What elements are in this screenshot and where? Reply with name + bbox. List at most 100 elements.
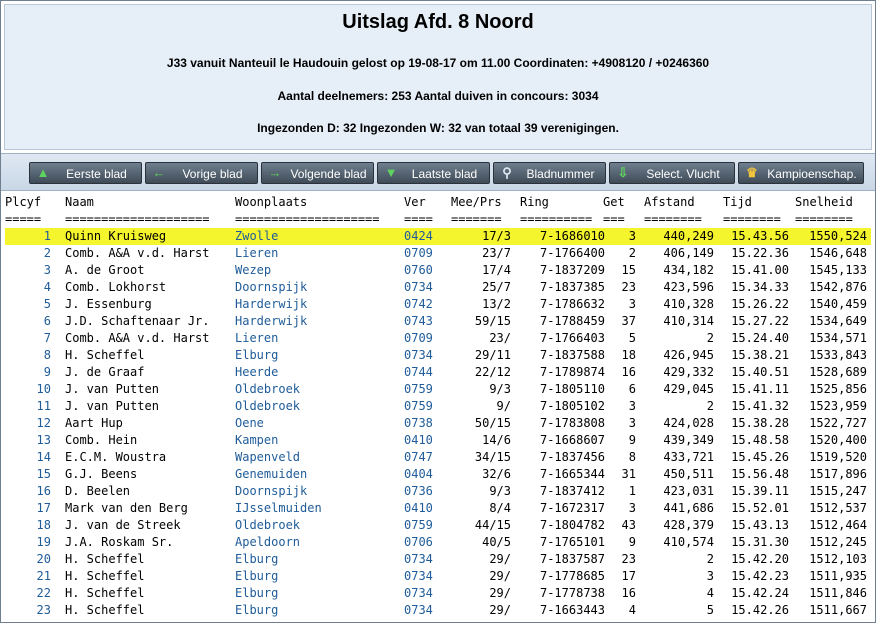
cell-woonplaats[interactable]: Heerde xyxy=(235,364,405,381)
table-row[interactable]: 2 Comb. A&A v.d. Harst Lieren 0709 23/7 7-176… xyxy=(5,245,871,262)
table-row[interactable]: 4 Comb. Lokhorst Doornspijk 0734 25/7 7-18373… xyxy=(5,279,871,296)
cell-vereniging[interactable]: 0404 xyxy=(404,466,444,483)
cell-plaats[interactable]: 3 xyxy=(5,262,51,279)
table-row[interactable]: 7 Comb. A&A v.d. Harst Lieren 0709 23/7-1766… xyxy=(5,330,871,347)
cell-woonplaats[interactable]: Harderwijk xyxy=(235,296,405,313)
cell-plaats[interactable]: 20 xyxy=(5,551,51,568)
cell-vereniging[interactable]: 0743 xyxy=(404,313,444,330)
cell-vereniging[interactable]: 0760 xyxy=(404,262,444,279)
select-flight-button[interactable]: ⇩ Select. Vlucht xyxy=(609,162,735,184)
cell-woonplaats[interactable]: Apeldoorn xyxy=(235,534,405,551)
cell-plaats[interactable]: 18 xyxy=(5,517,51,534)
cell-naam: D. Beelen xyxy=(65,484,131,498)
cell-plaats[interactable]: 14 xyxy=(5,449,51,466)
cell-woonplaats[interactable]: Elburg xyxy=(235,602,405,619)
cell-vereniging[interactable]: 0747 xyxy=(404,449,444,466)
first-page-button[interactable]: ▲ Eerste blad xyxy=(29,162,142,184)
cell-woonplaats[interactable]: Elburg xyxy=(235,551,405,568)
previous-page-button[interactable]: ← Vorige blad xyxy=(145,162,258,184)
cell-woonplaats[interactable]: Harderwijk xyxy=(235,313,405,330)
cell-vereniging[interactable]: 0734 xyxy=(404,585,444,602)
cell-vereniging[interactable]: 0736 xyxy=(404,483,444,500)
table-row[interactable]: 1 Quinn Kruisweg Zwolle 0424 17/3 7-1686010 3 4… xyxy=(5,228,871,245)
cell-vereniging[interactable]: 0738 xyxy=(404,415,444,432)
page-number-button[interactable]: ⚲ Bladnummer xyxy=(493,162,606,184)
table-row[interactable]: 22 H. Scheffel Elburg 0734 29/7-1778738 16 4 15… xyxy=(5,585,871,602)
table-row[interactable]: 9 J. de Graaf Heerde 0744 22/12 7-1789874 16 42… xyxy=(5,364,871,381)
cell-woonplaats[interactable]: Wapenveld xyxy=(235,449,405,466)
championship-button[interactable]: ♛ Kampioenschap. xyxy=(738,162,864,184)
cell-vereniging[interactable]: 0734 xyxy=(404,568,444,585)
cell-plaats[interactable]: 23 xyxy=(5,602,51,619)
cell-woonplaats[interactable]: Elburg xyxy=(235,568,405,585)
last-page-button[interactable]: ▼ Laatste blad xyxy=(377,162,490,184)
table-row[interactable]: 11 J. van Putten Oldebroek 0759 9/7-1805102 3… xyxy=(5,398,871,415)
cell-plaats[interactable]: 19 xyxy=(5,534,51,551)
cell-plaats[interactable]: 9 xyxy=(5,364,51,381)
next-page-button[interactable]: → Volgende blad xyxy=(261,162,374,184)
cell-woonplaats[interactable]: Doornspijk xyxy=(235,279,405,296)
cell-plaats[interactable]: 21 xyxy=(5,568,51,585)
cell-plaats[interactable]: 1 xyxy=(5,228,51,245)
cell-plaats[interactable]: 12 xyxy=(5,415,51,432)
table-row[interactable]: 6 J.D. Schaftenaar Jr. Harderwijk 0743 59/15… xyxy=(5,313,871,330)
cell-vereniging[interactable]: 0424 xyxy=(404,228,444,245)
cell-plaats[interactable]: 7 xyxy=(5,330,51,347)
cell-plaats[interactable]: 11 xyxy=(5,398,51,415)
cell-plaats[interactable]: 10 xyxy=(5,381,51,398)
table-row[interactable]: 13 Comb. Hein Kampen 0410 14/6 7-1668607 9 439,… xyxy=(5,432,871,449)
cell-woonplaats[interactable]: Elburg xyxy=(235,347,405,364)
cell-plaats[interactable]: 15 xyxy=(5,466,51,483)
cell-plaats[interactable]: 5 xyxy=(5,296,51,313)
cell-woonplaats[interactable]: Kampen xyxy=(235,432,405,449)
cell-vereniging[interactable]: 0706 xyxy=(404,534,444,551)
table-row[interactable]: 15 G.J. Beens Genemuiden 0404 32/6 7-1665344 3… xyxy=(5,466,871,483)
cell-woonplaats[interactable]: Genemuiden xyxy=(235,466,405,483)
table-row[interactable]: 18 J. van de Streek Oldebroek 0759 44/15 7-18… xyxy=(5,517,871,534)
table-row[interactable]: 14 E.C.M. Woustra Wapenveld 0747 34/15 7-1837… xyxy=(5,449,871,466)
cell-vereniging[interactable]: 0734 xyxy=(404,551,444,568)
cell-woonplaats[interactable]: Wezep xyxy=(235,262,405,279)
table-row[interactable]: 12 Aart Hup Oene 0738 50/15 7-1783808 3 424,028… xyxy=(5,415,871,432)
table-row[interactable]: 5 J. Essenburg Harderwijk 0742 13/2 7-1786632… xyxy=(5,296,871,313)
table-row[interactable]: 8 H. Scheffel Elburg 0734 29/11 7-1837588 18 42… xyxy=(5,347,871,364)
cell-plaats[interactable]: 2 xyxy=(5,245,51,262)
cell-woonplaats[interactable]: Lieren xyxy=(235,245,405,262)
cell-vereniging[interactable]: 0410 xyxy=(404,500,444,517)
cell-vereniging[interactable]: 0709 xyxy=(404,330,444,347)
table-row[interactable]: 23 H. Scheffel Elburg 0734 29/7-1663443 4 5 15.… xyxy=(5,602,871,619)
cell-plaats[interactable]: 17 xyxy=(5,500,51,517)
cell-woonplaats[interactable]: Oldebroek xyxy=(235,381,405,398)
cell-woonplaats[interactable]: Oene xyxy=(235,415,405,432)
cell-plaats[interactable]: 13 xyxy=(5,432,51,449)
cell-woonplaats[interactable]: IJsselmuiden xyxy=(235,500,405,517)
cell-vereniging[interactable]: 0759 xyxy=(404,517,444,534)
cell-vereniging[interactable]: 0742 xyxy=(404,296,444,313)
cell-vereniging[interactable]: 0759 xyxy=(404,381,444,398)
table-row[interactable]: 3 A. de Groot Wezep 0760 17/4 7-1837209 15 434,… xyxy=(5,262,871,279)
table-row[interactable]: 17 Mark van den Berg IJsselmuiden 0410 8/4 7-… xyxy=(5,500,871,517)
cell-woonplaats[interactable]: Oldebroek xyxy=(235,517,405,534)
cell-woonplaats[interactable]: Zwolle xyxy=(235,228,405,245)
table-row[interactable]: 21 H. Scheffel Elburg 0734 29/7-1778685 17 3 15… xyxy=(5,568,871,585)
cell-vereniging[interactable]: 0744 xyxy=(404,364,444,381)
cell-vereniging[interactable]: 0734 xyxy=(404,347,444,364)
cell-woonplaats[interactable]: Lieren xyxy=(235,330,405,347)
table-row[interactable]: 20 H. Scheffel Elburg 0734 29/7-1837587 23 2 15… xyxy=(5,551,871,568)
cell-vereniging[interactable]: 0734 xyxy=(404,279,444,296)
table-row[interactable]: 10 J. van Putten Oldebroek 0759 9/3 7-1805110… xyxy=(5,381,871,398)
cell-vereniging[interactable]: 0709 xyxy=(404,245,444,262)
table-row[interactable]: 19 J.A. Roskam Sr. Apeldoorn 0706 40/5 7-1765… xyxy=(5,534,871,551)
cell-plaats[interactable]: 16 xyxy=(5,483,51,500)
cell-woonplaats[interactable]: Elburg xyxy=(235,585,405,602)
cell-plaats[interactable]: 6 xyxy=(5,313,51,330)
cell-plaats[interactable]: 22 xyxy=(5,585,51,602)
cell-vereniging[interactable]: 0734 xyxy=(404,602,444,619)
cell-plaats[interactable]: 4 xyxy=(5,279,51,296)
cell-vereniging[interactable]: 0410 xyxy=(404,432,444,449)
cell-woonplaats[interactable]: Oldebroek xyxy=(235,398,405,415)
cell-vereniging[interactable]: 0759 xyxy=(404,398,444,415)
cell-plaats[interactable]: 8 xyxy=(5,347,51,364)
cell-woonplaats[interactable]: Doornspijk xyxy=(235,483,405,500)
table-row[interactable]: 16 D. Beelen Doornspijk 0736 9/3 7-1837412 1 42… xyxy=(5,483,871,500)
